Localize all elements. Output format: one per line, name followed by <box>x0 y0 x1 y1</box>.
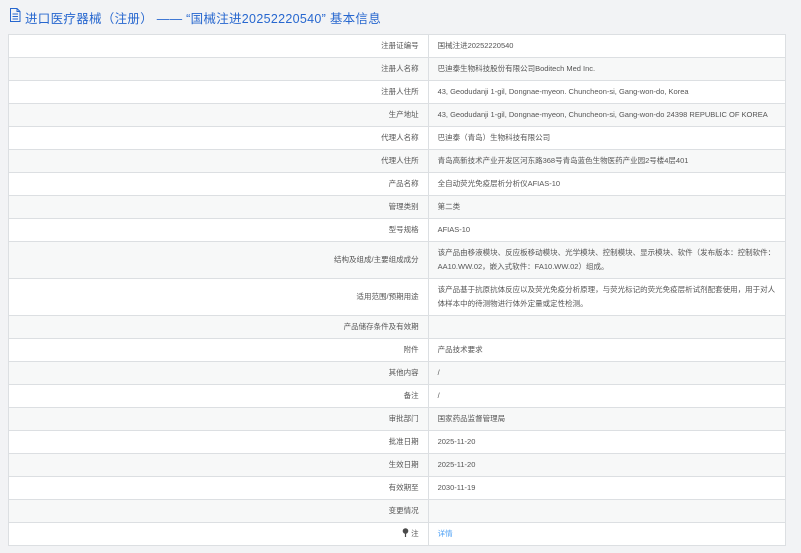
table-row: 批准日期2025-11-20 <box>9 431 786 454</box>
field-value: 2025-11-20 <box>428 454 785 477</box>
field-label: 生效日期 <box>9 454 429 477</box>
field-label: 产品储存条件及有效期 <box>9 316 429 339</box>
table-row: 注册人住所43, Geodudanji 1-gil, Dongnae-myeon… <box>9 81 786 104</box>
field-value: 详情 <box>428 523 785 546</box>
field-label: 注册人住所 <box>9 81 429 104</box>
field-value: 全自动荧光免疫层析分析仪AFIAS-10 <box>428 173 785 196</box>
field-label: 注册证编号 <box>9 35 429 58</box>
field-value: 国家药品监督管理局 <box>428 408 785 431</box>
field-value: 2030-11-19 <box>428 477 785 500</box>
detail-link[interactable]: 详情 <box>438 529 453 538</box>
field-value: 第二类 <box>428 196 785 219</box>
field-value: 43, Geodudanji 1-gil, Dongnae-myeon, Chu… <box>428 104 785 127</box>
table-row: 审批部门国家药品监督管理局 <box>9 408 786 431</box>
field-value: 2025-11-20 <box>428 431 785 454</box>
field-label: 审批部门 <box>9 408 429 431</box>
field-label: 备注 <box>9 385 429 408</box>
table-row: 适用范围/预期用途该产品基于抗原抗体反应以及荧光免疫分析原理，与荧光标记的荧光免… <box>9 279 786 316</box>
field-label: 型号规格 <box>9 219 429 242</box>
field-label: 有效期至 <box>9 477 429 500</box>
field-value: / <box>428 385 785 408</box>
field-label: 附件 <box>9 339 429 362</box>
table-row: 注册人名称巴迪泰生物科技股份有限公司Boditech Med Inc. <box>9 58 786 81</box>
table-row: 有效期至2030-11-19 <box>9 477 786 500</box>
info-table-body: 注册证编号国械注进20252220540注册人名称巴迪泰生物科技股份有限公司Bo… <box>9 35 786 546</box>
field-value: 该产品由移液模块、反应板移动模块、光学模块、控制模块、显示模块、软件（发布版本：… <box>428 242 785 279</box>
field-label: 管理类别 <box>9 196 429 219</box>
field-label: 注 <box>9 523 429 546</box>
field-label: 产品名称 <box>9 173 429 196</box>
field-label: 生产地址 <box>9 104 429 127</box>
field-label: 适用范围/预期用途 <box>9 279 429 316</box>
table-row: 代理人名称巴迪泰（青岛）生物科技有限公司 <box>9 127 786 150</box>
table-row: 管理类别第二类 <box>9 196 786 219</box>
table-row: 变更情况 <box>9 500 786 523</box>
field-value: 巴迪泰生物科技股份有限公司Boditech Med Inc. <box>428 58 785 81</box>
page-title: 进口医疗器械（注册） —— “国械注进20252220540” 基本信息 <box>25 8 381 27</box>
field-value: 国械注进20252220540 <box>428 35 785 58</box>
table-row: 型号规格AFIAS-10 <box>9 219 786 242</box>
table-row: 注详情 <box>9 523 786 546</box>
field-value: / <box>428 362 785 385</box>
field-label: 变更情况 <box>9 500 429 523</box>
table-row: 其他内容/ <box>9 362 786 385</box>
field-value <box>428 500 785 523</box>
table-row: 结构及组成/主要组成成分该产品由移液模块、反应板移动模块、光学模块、控制模块、显… <box>9 242 786 279</box>
field-value: 该产品基于抗原抗体反应以及荧光免疫分析原理，与荧光标记的荧光免疫层析试剂配套使用… <box>428 279 785 316</box>
field-label: 代理人住所 <box>9 150 429 173</box>
info-table: 注册证编号国械注进20252220540注册人名称巴迪泰生物科技股份有限公司Bo… <box>8 34 786 546</box>
field-value: AFIAS-10 <box>428 219 785 242</box>
table-row: 附件产品技术要求 <box>9 339 786 362</box>
field-value <box>428 316 785 339</box>
field-label: 其他内容 <box>9 362 429 385</box>
field-label: 代理人名称 <box>9 127 429 150</box>
field-label: 注册人名称 <box>9 58 429 81</box>
table-row: 注册证编号国械注进20252220540 <box>9 35 786 58</box>
field-value: 产品技术要求 <box>428 339 785 362</box>
field-value: 巴迪泰（青岛）生物科技有限公司 <box>428 127 785 150</box>
field-label: 结构及组成/主要组成成分 <box>9 242 429 279</box>
field-value: 43, Geodudanji 1-gil, Dongnae-myeon. Chu… <box>428 81 785 104</box>
doc-icon <box>9 8 21 27</box>
page-header: 进口医疗器械（注册） —— “国械注进20252220540” 基本信息 <box>0 0 801 34</box>
table-row: 生效日期2025-11-20 <box>9 454 786 477</box>
field-label: 批准日期 <box>9 431 429 454</box>
pin-icon <box>402 529 411 538</box>
field-value: 青岛高新技术产业开发区河东路368号青岛蓝色生物医药产业园2号楼4层401 <box>428 150 785 173</box>
table-row: 备注/ <box>9 385 786 408</box>
table-row: 产品储存条件及有效期 <box>9 316 786 339</box>
table-row: 产品名称全自动荧光免疫层析分析仪AFIAS-10 <box>9 173 786 196</box>
table-row: 生产地址43, Geodudanji 1-gil, Dongnae-myeon,… <box>9 104 786 127</box>
table-row: 代理人住所青岛高新技术产业开发区河东路368号青岛蓝色生物医药产业园2号楼4层4… <box>9 150 786 173</box>
